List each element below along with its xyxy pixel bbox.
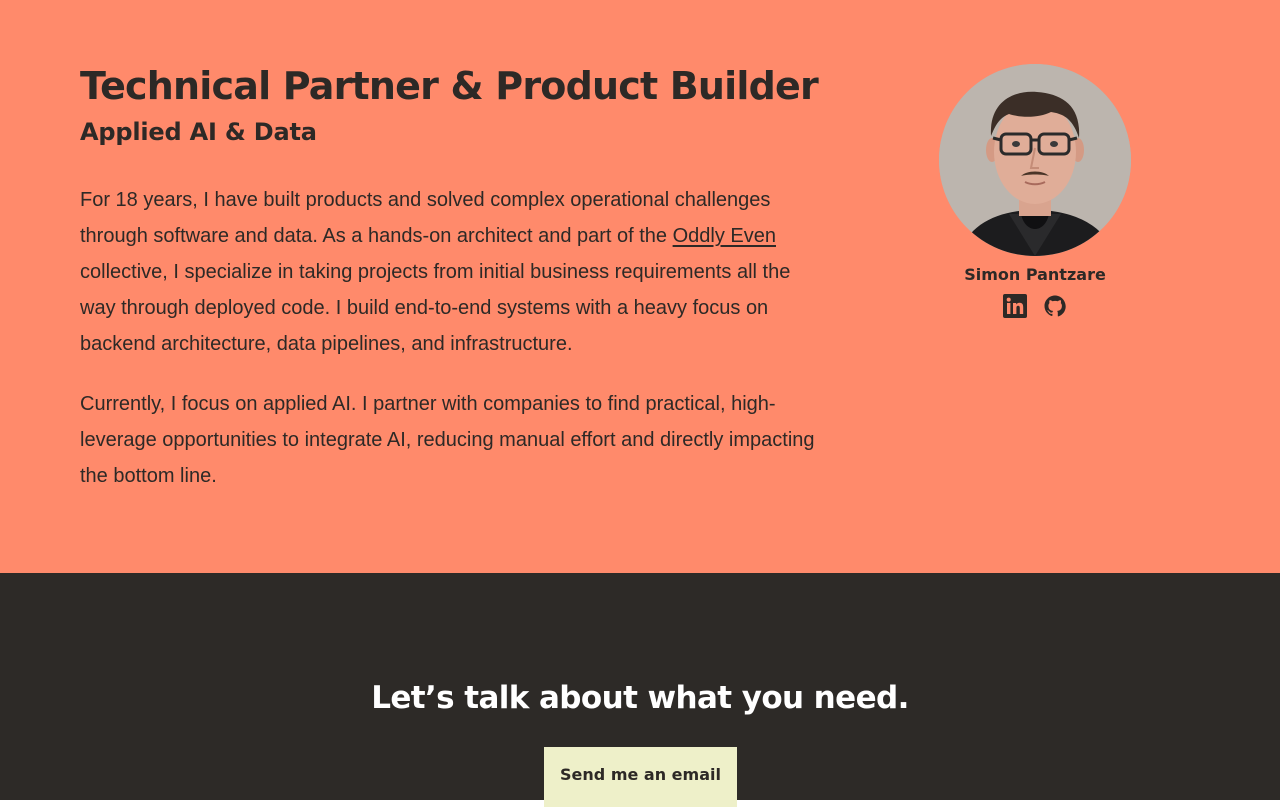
avatar <box>939 64 1131 256</box>
intro-paragraph: For 18 years, I have built products and … <box>80 182 815 362</box>
profile-card: Simon Pantzare <box>939 64 1131 318</box>
focus-paragraph: Currently, I focus on applied AI. I part… <box>80 393 815 487</box>
intro-text-end: collective, I specialize in taking proje… <box>80 261 791 355</box>
portrait-image <box>939 64 1131 256</box>
linkedin-link[interactable] <box>1003 294 1027 318</box>
github-icon <box>1044 295 1066 317</box>
hero-section: Technical Partner & Product Builder Appl… <box>0 0 1280 573</box>
page-subtitle: Applied AI & Data <box>80 118 317 146</box>
page-title: Technical Partner & Product Builder <box>80 64 819 108</box>
github-link[interactable] <box>1043 294 1067 318</box>
contact-section: Let’s talk about what you need. Send me … <box>0 573 1280 807</box>
social-links <box>939 294 1131 318</box>
contact-title: Let’s talk about what you need. <box>371 680 909 716</box>
oddly-even-link[interactable]: Oddly Even <box>673 225 776 247</box>
intro-text-start: For 18 years, I have built products and … <box>80 189 771 247</box>
intro-column: Technical Partner & Product Builder Appl… <box>80 60 819 494</box>
linkedin-icon <box>1003 294 1027 318</box>
send-email-button[interactable]: Send me an email <box>544 747 737 807</box>
profile-name: Simon Pantzare <box>964 265 1106 284</box>
